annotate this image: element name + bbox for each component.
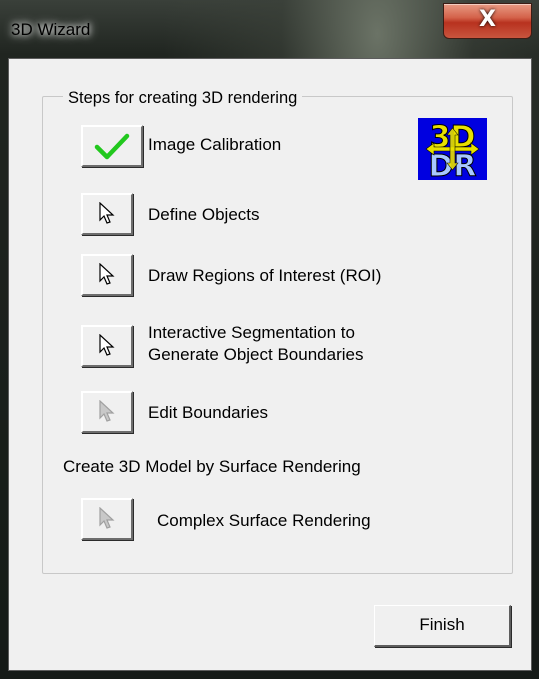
window-title: 3D Wizard <box>11 20 91 39</box>
pointer-arrow-icon <box>99 507 115 529</box>
surface-rendering-heading: Create 3D Model by Surface Rendering <box>63 457 361 476</box>
close-icon: X <box>479 7 496 32</box>
draw-roi-label: Draw Regions of Interest (ROI) <box>148 266 382 285</box>
pointer-arrow-icon <box>99 202 115 224</box>
pointer-arrow-icon <box>99 400 115 422</box>
edit-boundaries-label: Edit Boundaries <box>148 403 269 422</box>
image-calibration-label: Image Calibration <box>148 135 282 154</box>
pointer-arrow-icon <box>99 334 115 356</box>
complex-surface-rendering-label: Complex Surface Rendering <box>157 511 371 530</box>
edit-boundaries-button[interactable] <box>81 391 133 433</box>
image-calibration-button[interactable] <box>81 125 143 167</box>
3d-dr-logo-icon: 3D DR <box>418 118 487 185</box>
checkmark-icon <box>94 133 130 160</box>
3d-dr-logo-graphic: 3D DR <box>418 118 487 185</box>
interactive-segmentation-label-line2: Generate Object Boundaries <box>148 345 364 364</box>
complex-surface-rendering-button[interactable] <box>81 498 133 540</box>
finish-button[interactable]: Finish <box>374 605 511 647</box>
interactive-segmentation-label-line1: Interactive Segmentation to <box>148 323 355 342</box>
draw-roi-button[interactable] <box>81 254 133 296</box>
pointer-arrow-icon <box>99 263 115 285</box>
define-objects-label: Define Objects <box>148 205 260 224</box>
close-button[interactable]: X <box>443 3 532 39</box>
groupbox-legend: Steps for creating 3D rendering <box>63 88 303 108</box>
interactive-segmentation-button[interactable] <box>81 325 133 367</box>
title-bar[interactable]: 3D Wizard X <box>0 0 539 58</box>
define-objects-button[interactable] <box>81 193 133 235</box>
